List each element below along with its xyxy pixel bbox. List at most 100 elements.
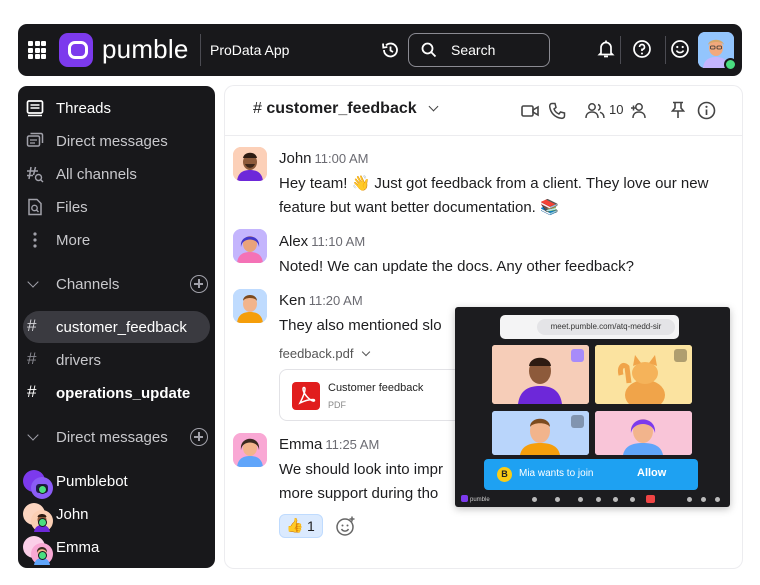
sidebar-item-more[interactable]: More <box>18 224 215 256</box>
member-count[interactable]: 10 <box>609 102 623 117</box>
avatar[interactable] <box>233 147 267 181</box>
sidebar-channel-customer-feedback[interactable]: # customer_feedback <box>18 311 215 343</box>
message-author[interactable]: Alex 11:10 AM <box>279 233 365 250</box>
allow-button[interactable]: Allow <box>637 467 666 479</box>
chat-icon[interactable] <box>701 497 706 502</box>
threads-icon <box>26 100 44 117</box>
message-author[interactable]: John 11:00 AM <box>279 150 369 167</box>
video-meeting-window[interactable]: meet.pumble.com/atq-medd-sir B Mia wants… <box>455 307 730 507</box>
emma-avatar-image <box>233 433 267 467</box>
apps-grid-icon[interactable] <box>28 41 46 59</box>
settings-icon[interactable] <box>596 497 601 502</box>
add-dm-icon[interactable] <box>190 428 208 446</box>
search-icon <box>421 42 437 58</box>
author-name: Alex <box>279 233 309 250</box>
settings-icon[interactable] <box>715 497 720 502</box>
meeting-url: meet.pumble.com/atq-medd-sir <box>537 319 675 335</box>
message-time: 11:10 AM <box>311 234 366 249</box>
sidebar-item-label: Direct messages <box>56 133 168 150</box>
sidebar-dm-emma[interactable]: Emma <box>18 531 215 565</box>
hand-icon[interactable] <box>613 497 618 502</box>
author-name: Ken <box>279 292 306 309</box>
sidebar-item-all-channels[interactable]: All channels <box>18 158 215 190</box>
more-icon[interactable] <box>630 497 635 502</box>
section-label: Direct messages <box>56 429 168 446</box>
message-text: Noted! We can update the docs. Any other… <box>279 258 634 275</box>
chevron-down-icon[interactable] <box>361 347 371 357</box>
meeting-url-bar[interactable]: meet.pumble.com/atq-medd-sir <box>500 315 679 339</box>
avatar[interactable] <box>233 289 267 323</box>
workspace-name[interactable]: ProData App <box>210 42 289 58</box>
attachment-label[interactable]: feedback.pdf <box>279 346 353 361</box>
participant-tile[interactable] <box>595 411 692 455</box>
channel-title-text: customer_feedback <box>266 100 417 117</box>
info-icon[interactable] <box>697 101 716 120</box>
message-author[interactable]: Emma 11:25 AM <box>279 436 379 453</box>
participant-tile[interactable] <box>492 345 589 404</box>
user-avatar[interactable] <box>698 32 737 71</box>
participant-tile[interactable] <box>595 345 692 404</box>
sidebar-dm-john[interactable]: John <box>18 498 215 532</box>
thumbs-up-icon: 👍 <box>286 517 304 533</box>
video-call-icon[interactable] <box>521 104 539 118</box>
camera-icon[interactable] <box>555 497 560 502</box>
message-author[interactable]: Ken 11:20 AM <box>279 292 363 309</box>
history-icon[interactable] <box>380 40 400 60</box>
top-bar: pumble ProData App Search <box>18 24 742 76</box>
message-time: 11:20 AM <box>308 293 363 308</box>
add-member-icon[interactable] <box>630 102 650 120</box>
message-text: We should look into impr more support du… <box>279 461 443 502</box>
file-title: Customer feedback <box>328 382 424 394</box>
status-emoji-icon[interactable] <box>670 39 690 59</box>
speaker-icon <box>674 349 687 362</box>
sidebar-item-label: Files <box>56 199 88 216</box>
sidebar-item-threads[interactable]: Threads <box>18 92 215 124</box>
participants-icon[interactable] <box>687 497 692 502</box>
search-input[interactable]: Search <box>408 33 550 67</box>
sidebar-item-files[interactable]: Files <box>18 191 215 223</box>
add-channel-icon[interactable] <box>190 275 208 293</box>
file-attachment-card[interactable]: Customer feedback PDF <box>279 369 469 421</box>
direct-messages-icon <box>26 132 44 147</box>
direct-messages-section-header[interactable]: Direct messages <box>18 421 215 453</box>
mic-icon[interactable] <box>532 497 537 502</box>
channel-label: customer_feedback <box>56 319 187 336</box>
reaction-chip[interactable]: 👍 1 <box>279 514 323 538</box>
pin-icon[interactable] <box>671 101 685 119</box>
reaction-count: 1 <box>307 518 315 534</box>
avatar[interactable] <box>233 229 267 263</box>
meeting-logo: pumble <box>461 495 490 503</box>
sidebar-item-label: Threads <box>56 100 112 117</box>
notifications-bell-icon[interactable] <box>597 39 615 59</box>
participant-tile[interactable] <box>492 411 589 455</box>
avatar[interactable] <box>233 433 267 467</box>
screen-share-icon[interactable] <box>578 497 583 502</box>
channel-header: # customer_feedback 10 <box>225 86 742 136</box>
sidebar: Threads Direct messages All channels Fil… <box>18 86 215 568</box>
pumble-logo-icon <box>59 33 93 67</box>
help-icon[interactable] <box>632 39 652 59</box>
chevron-down-icon <box>27 276 39 288</box>
sidebar-channel-operations-update[interactable]: # operations_update <box>18 377 215 409</box>
message-time: 11:25 AM <box>325 437 380 452</box>
sidebar-item-direct-messages[interactable]: Direct messages <box>18 125 215 157</box>
hash-icon: # <box>27 316 37 335</box>
dm-label: John <box>56 506 89 523</box>
channel-label: operations_update <box>56 385 191 402</box>
add-reaction-icon[interactable] <box>335 515 357 537</box>
online-status-dot <box>38 485 47 494</box>
message-time: 11:00 AM <box>314 151 369 166</box>
alex-avatar-image <box>233 229 267 263</box>
online-status-dot <box>724 58 737 71</box>
sidebar-channel-drivers[interactable]: # drivers <box>18 344 215 376</box>
phone-call-icon[interactable] <box>548 102 566 120</box>
sidebar-dm-pumblebot[interactable]: Pumblebot <box>18 465 215 499</box>
channels-section-header[interactable]: Channels <box>18 268 215 300</box>
members-icon[interactable] <box>585 102 605 120</box>
online-status-dot <box>38 518 47 527</box>
chevron-down-icon[interactable] <box>428 101 439 112</box>
channel-title[interactable]: # customer_feedback <box>253 100 417 118</box>
pdf-icon <box>292 382 320 410</box>
end-call-button[interactable] <box>646 495 655 503</box>
section-label: Channels <box>56 276 120 293</box>
